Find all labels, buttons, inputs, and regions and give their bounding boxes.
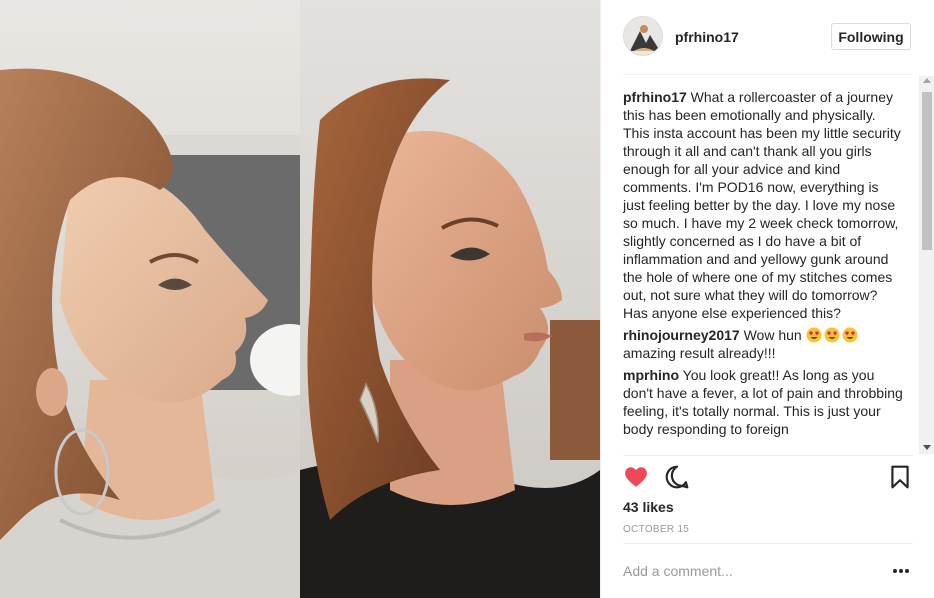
more-dot-icon — [893, 569, 897, 573]
comment-author[interactable]: pfrhino17 — [623, 89, 687, 105]
comment-author[interactable]: mprhino — [623, 367, 679, 383]
following-button[interactable]: Following — [831, 23, 911, 50]
comment-text: What a rollercoaster of a journey this h… — [623, 89, 901, 321]
left-profile-photo — [0, 0, 300, 598]
header-divider — [623, 74, 913, 75]
post-details-panel: pfrhino17 Following pfrhino17 What a rol… — [600, 0, 934, 598]
scroll-down-arrow-icon[interactable] — [923, 445, 931, 450]
comment-button[interactable] — [664, 464, 692, 492]
heart-filled-icon — [625, 467, 647, 487]
post-username[interactable]: pfrhino17 — [675, 29, 739, 45]
comments-scrollbar[interactable] — [919, 76, 934, 454]
left-photo-illustration — [0, 0, 300, 598]
more-dot-icon — [905, 569, 909, 573]
bookmark-icon — [891, 465, 909, 489]
add-comment-input[interactable] — [623, 560, 873, 582]
more-options-button[interactable] — [893, 566, 913, 576]
scrollbar-thumb[interactable] — [922, 92, 932, 250]
save-button[interactable] — [887, 464, 915, 492]
right-photo-illustration — [300, 0, 600, 598]
comment-author[interactable]: rhinojourney2017 — [623, 327, 740, 343]
comment-text: Wow hun — [743, 327, 802, 343]
heart-eyes-emoji — [842, 327, 858, 343]
scroll-up-arrow-icon[interactable] — [923, 78, 931, 83]
avatar-image — [624, 17, 662, 55]
comment-bubble-icon — [665, 465, 689, 489]
avatar[interactable] — [623, 16, 663, 56]
more-dot-icon — [899, 569, 903, 573]
comment-item: mprhino You look great!! As long as you … — [623, 366, 903, 438]
heart-eyes-emoji — [806, 327, 822, 343]
like-button[interactable] — [623, 464, 651, 492]
post-date[interactable]: OCTOBER 15 — [623, 524, 689, 535]
comment-text: amazing result already!!! — [623, 345, 776, 361]
instagram-post: pfrhino17 Following pfrhino17 What a rol… — [0, 0, 934, 598]
comments-list: pfrhino17 What a rollercoaster of a jour… — [623, 88, 903, 454]
post-header: pfrhino17 Following — [601, 0, 934, 74]
comment-input-divider — [623, 543, 913, 544]
comment-item: rhinojourney2017 Wow hun amazing result … — [623, 326, 903, 362]
actions-divider — [623, 455, 913, 456]
comment-item: pfrhino17 What a rollercoaster of a jour… — [623, 88, 903, 322]
heart-eyes-emoji — [824, 327, 840, 343]
right-profile-photo — [300, 0, 600, 598]
post-photo[interactable] — [0, 0, 600, 598]
likes-count[interactable]: 43 likes — [623, 499, 674, 515]
post-actions — [623, 464, 913, 492]
